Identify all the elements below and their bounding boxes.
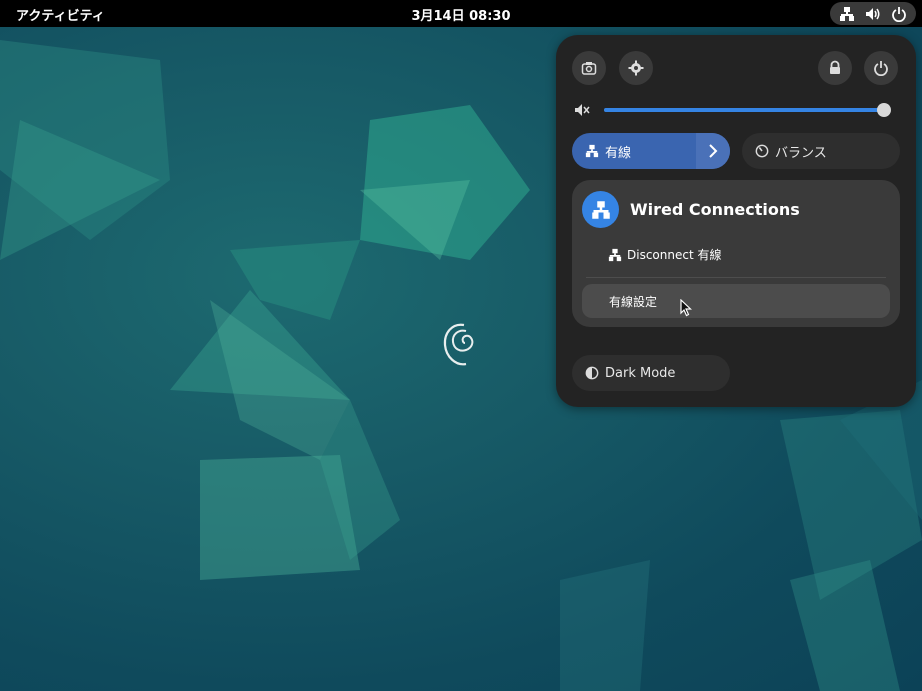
disconnect-wired-item[interactable]: Disconnect 有線: [608, 246, 721, 263]
wired-network-menu-button[interactable]: [696, 133, 730, 169]
menu-separator: [586, 277, 886, 278]
screenshot-icon: [581, 62, 597, 75]
power-profile-icon: [755, 144, 769, 158]
volume-icon: [865, 6, 881, 22]
lock-button[interactable]: [818, 51, 852, 85]
volume-slider-fill: [604, 108, 884, 112]
network-wired-icon: [608, 248, 622, 261]
volume-row: [574, 100, 894, 120]
volume-slider-handle[interactable]: [877, 103, 891, 117]
power-menu-button[interactable]: [864, 51, 898, 85]
settings-button[interactable]: [619, 51, 653, 85]
debian-logo: [443, 323, 474, 366]
wired-settings-label: 有線設定: [609, 294, 658, 309]
settings-icon: [628, 60, 644, 76]
system-tray[interactable]: [830, 2, 916, 25]
wired-network-toggle[interactable]: 有線: [572, 133, 696, 169]
dark-mode-icon: [585, 366, 599, 380]
lock-icon: [830, 60, 840, 74]
clock-container: 3月14日 08:30: [0, 5, 922, 24]
quick-settings-panel: 有線 バランス Wired Connections Disconnect 有線 …: [556, 35, 916, 407]
network-wired-icon: [839, 6, 855, 22]
volume-muted-icon[interactable]: [574, 102, 590, 118]
power-icon: [891, 6, 907, 22]
network-wired-icon: [582, 191, 619, 228]
clock[interactable]: 3月14日 08:30: [411, 9, 510, 24]
wired-network-tile[interactable]: 有線: [572, 133, 730, 169]
power-mode-tile[interactable]: バランス: [742, 133, 900, 169]
network-wired-icon: [585, 144, 599, 158]
power-mode-label: バランス: [775, 145, 827, 161]
disconnect-wired-label: Disconnect 有線: [627, 248, 722, 262]
screenshot-button[interactable]: [572, 51, 606, 85]
wired-connections-menu: Wired Connections Disconnect 有線 有線設定: [572, 180, 900, 327]
wired-connections-header: Wired Connections: [582, 191, 800, 228]
power-icon: [874, 61, 888, 76]
volume-slider[interactable]: [604, 108, 884, 112]
chevron-right-icon: [709, 144, 718, 158]
dark-mode-label: Dark Mode: [605, 365, 676, 381]
mouse-cursor-icon: [680, 299, 692, 317]
dark-mode-tile[interactable]: Dark Mode: [572, 355, 730, 391]
top-bar: アクティビティ 3月14日 08:30: [0, 0, 922, 27]
wired-connections-title: Wired Connections: [630, 200, 800, 219]
wired-network-label: 有線: [605, 145, 632, 161]
wired-settings-item[interactable]: 有線設定: [582, 284, 890, 318]
